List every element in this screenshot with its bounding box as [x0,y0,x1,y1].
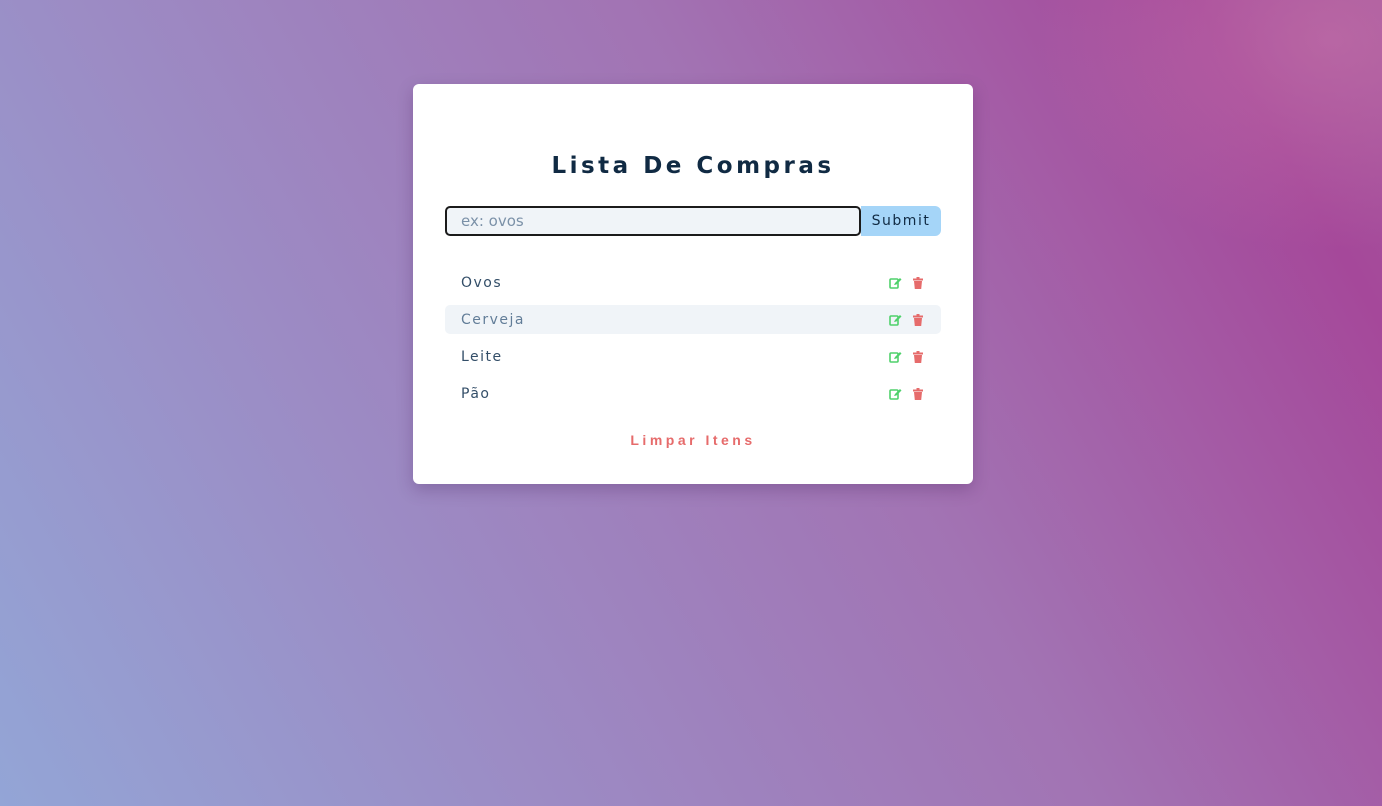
item-actions [888,313,925,327]
edit-icon[interactable] [888,387,902,401]
item-actions [888,387,925,401]
add-item-form: Submit [445,206,941,236]
item-name: Ovos [461,274,503,291]
list-item: Cerveja [445,305,941,334]
item-actions [888,276,925,290]
submit-button[interactable]: Submit [861,206,941,236]
edit-icon[interactable] [888,350,902,364]
item-name: Pão [461,385,491,402]
list-item: Pão [445,379,941,408]
list-item: Leite [445,342,941,371]
item-name: Cerveja [461,311,526,328]
page-title: Lista De Compras [551,153,835,179]
trash-icon[interactable] [911,276,925,290]
trash-icon[interactable] [911,350,925,364]
trash-icon[interactable] [911,313,925,327]
list-item: Ovos [445,268,941,297]
item-input[interactable] [445,206,861,236]
item-actions [888,350,925,364]
clear-items-button[interactable]: Limpar Itens [413,432,973,448]
shopping-list-card: Lista De Compras Submit Ovos Cerveja [413,84,973,484]
item-list: Ovos Cerveja Leite Pão [445,268,941,416]
trash-icon[interactable] [911,387,925,401]
edit-icon[interactable] [888,313,902,327]
edit-icon[interactable] [888,276,902,290]
item-name: Leite [461,348,503,365]
